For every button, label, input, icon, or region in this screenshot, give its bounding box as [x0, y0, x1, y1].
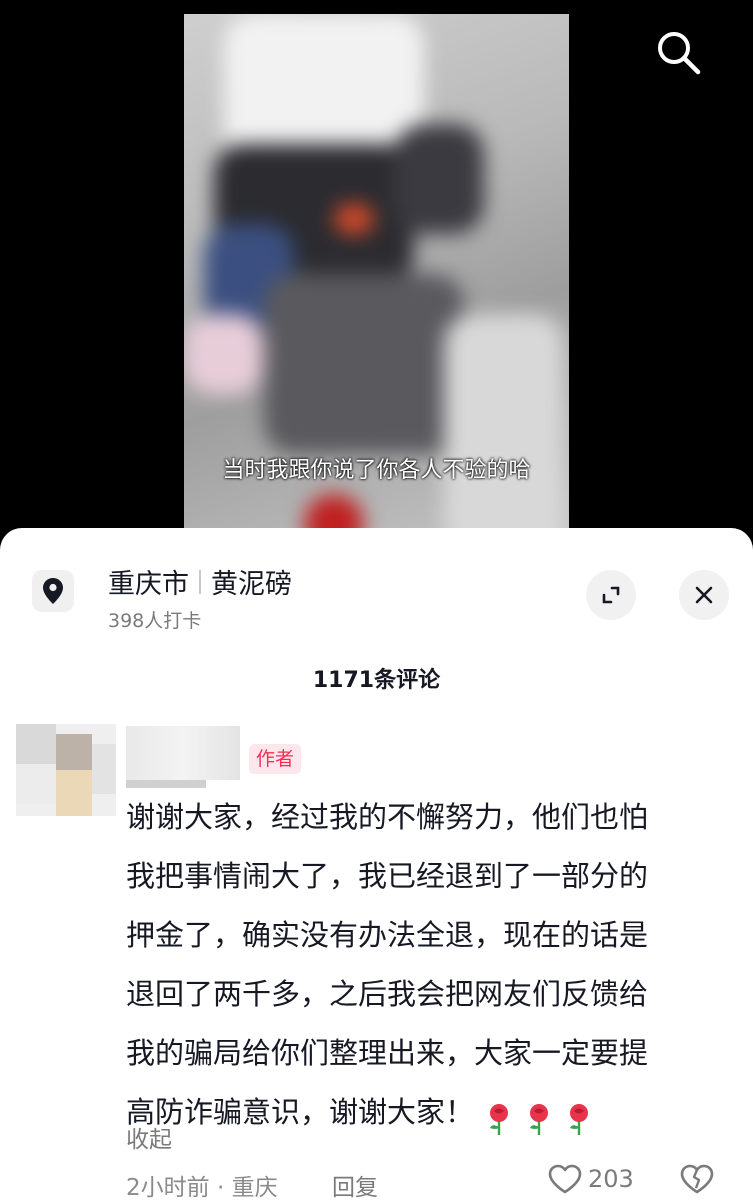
close-icon: [695, 586, 713, 604]
video-frame[interactable]: 当时我跟你说了你各人不验的哈: [184, 14, 569, 560]
comment-count-title: 1171条评论: [312, 668, 441, 693]
avatar[interactable]: [16, 724, 116, 816]
location-city: 重庆市: [108, 569, 189, 600]
expand-icon: [602, 586, 620, 604]
comment-sheet: 重庆市 黄泥磅 398人打卡 1171条评论 作者 谢谢大家，经过我的不懈努力，…: [0, 528, 753, 1200]
dislike-button[interactable]: [680, 1164, 714, 1198]
commenter-name-redacted-line: [126, 780, 206, 788]
rose-emoji: [524, 1097, 554, 1135]
location-checkins: 398人打卡: [108, 610, 202, 632]
video-subtitle: 当时我跟你说了你各人不验的哈: [222, 458, 531, 483]
video-player[interactable]: 当时我跟你说了你各人不验的哈: [0, 0, 753, 560]
location-district: 黄泥磅: [211, 569, 292, 600]
broken-heart-icon: [680, 1164, 714, 1194]
like-button[interactable]: 203: [548, 1164, 634, 1194]
comment-text: 谢谢大家，经过我的不懈努力，他们也怕 我把事情闹大了，我已经退到了一部分的 押金…: [126, 800, 649, 1129]
comment-text-block: 谢谢大家，经过我的不懈努力，他们也怕 我把事情闹大了，我已经退到了一部分的 押金…: [126, 788, 711, 1142]
location-pin-icon[interactable]: [32, 570, 74, 612]
reply-button[interactable]: 回复: [332, 1168, 378, 1200]
close-button[interactable]: [679, 570, 729, 620]
search-icon[interactable]: [652, 26, 704, 78]
commenter-name-redacted[interactable]: [126, 726, 240, 780]
heart-icon: [548, 1164, 582, 1194]
expand-button[interactable]: [586, 570, 636, 620]
comment-meta: 2小时前 · 重庆: [126, 1175, 278, 1200]
location-divider: [199, 569, 201, 594]
location-title[interactable]: 重庆市 黄泥磅: [108, 562, 292, 601]
like-count: 203: [588, 1165, 634, 1193]
collapse-button[interactable]: 收起: [126, 1120, 172, 1154]
rose-emoji: [564, 1097, 594, 1135]
author-badge: 作者: [249, 744, 302, 774]
rose-emoji: [484, 1097, 514, 1135]
